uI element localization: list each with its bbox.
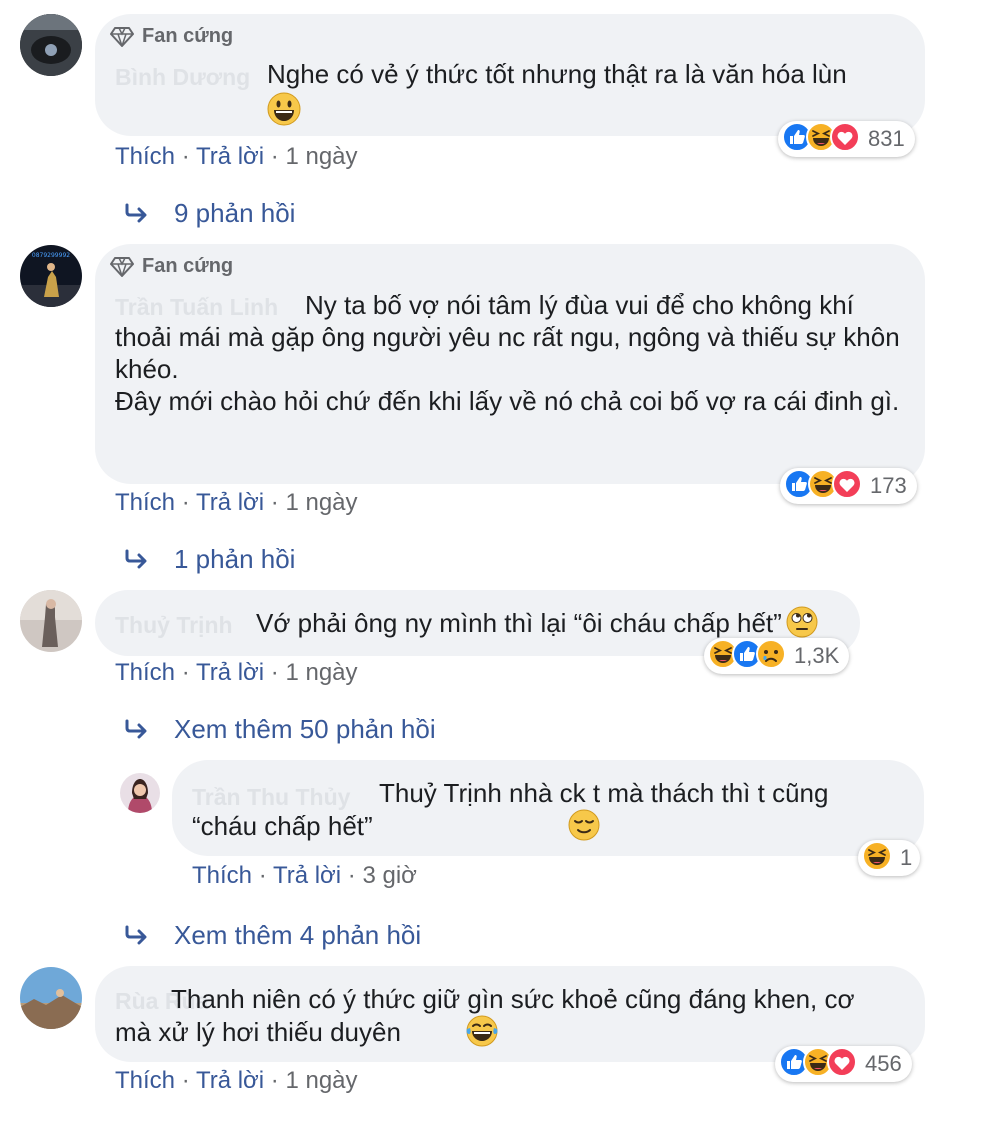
reply-arrow-icon bbox=[124, 719, 150, 744]
reaction-summary[interactable]: 173 bbox=[780, 468, 917, 504]
comment-text-paragraph: Đây mới chào hỏi chứ đến khi lấy về nó c… bbox=[115, 386, 900, 416]
reply-button[interactable]: Trả lời bbox=[196, 1067, 264, 1094]
reply-text: Thuỷ Trịnh nhà ck t mà thách thì t cũng … bbox=[192, 777, 892, 848]
like-button[interactable]: Thích bbox=[115, 489, 175, 516]
avatar[interactable]: 0879299992 bbox=[20, 245, 82, 307]
view-replies-link[interactable]: 1 phản hồi bbox=[174, 544, 295, 575]
reaction-count: 456 bbox=[865, 1051, 902, 1076]
like-button[interactable]: Thích bbox=[192, 862, 252, 889]
badge-label: Fan cứng bbox=[142, 255, 234, 277]
reaction-count: 1,3K bbox=[794, 643, 840, 668]
diamond-icon bbox=[110, 26, 134, 47]
reply-timestamp[interactable]: 3 giờ bbox=[362, 862, 416, 889]
comment-timestamp[interactable]: 1 ngày bbox=[285, 489, 357, 516]
love-reaction-icon bbox=[827, 1046, 857, 1082]
avatar[interactable] bbox=[20, 590, 82, 652]
fan-badge: Fan cứng bbox=[110, 25, 233, 48]
reply-arrow-icon bbox=[124, 549, 150, 574]
view-more-replies-link[interactable]: Xem thêm 50 phản hồi bbox=[174, 714, 436, 745]
avatar[interactable] bbox=[20, 14, 82, 76]
reply-arrow-icon bbox=[124, 925, 150, 950]
author-name[interactable]: Thuỷ Trịnh bbox=[115, 612, 233, 639]
comment-timestamp[interactable]: 1 ngày bbox=[285, 143, 357, 170]
comment-timestamp[interactable]: 1 ngày bbox=[285, 1067, 357, 1094]
diamond-icon bbox=[110, 256, 134, 277]
grin-emoji-icon bbox=[115, 92, 301, 133]
reaction-summary[interactable]: 1 bbox=[858, 840, 921, 876]
comment-actions: Thích · Trả lời · 1 ngày bbox=[115, 489, 358, 516]
laughing-emoji-icon bbox=[409, 1015, 499, 1054]
comment-timestamp[interactable]: 1 ngày bbox=[285, 659, 357, 686]
reaction-summary[interactable]: 831 bbox=[778, 121, 915, 157]
relieved-emoji-icon bbox=[381, 809, 600, 848]
comment-text: Thanh niên có ý thức giữ gìn sức khoẻ cũ… bbox=[115, 983, 895, 1054]
love-reaction-icon bbox=[832, 468, 862, 504]
avatar[interactable] bbox=[20, 967, 82, 1029]
avatar[interactable] bbox=[120, 773, 160, 813]
comment-text: Nghe có vẻ ý thức tốt nhưng thật ra là v… bbox=[115, 58, 895, 133]
sad-reaction-icon bbox=[756, 638, 786, 674]
like-button[interactable]: Thích bbox=[115, 659, 175, 686]
reaction-count: 173 bbox=[870, 473, 907, 498]
view-more-replies-link[interactable]: Xem thêm 4 phản hồi bbox=[174, 920, 421, 951]
reaction-summary[interactable]: 456 bbox=[775, 1046, 912, 1082]
haha-reaction-icon bbox=[862, 840, 892, 876]
avatar-overlay-text: 0879299992 bbox=[32, 252, 70, 259]
reaction-summary[interactable]: 1,3K bbox=[704, 638, 850, 674]
like-button[interactable]: Thích bbox=[115, 143, 175, 170]
comment-actions: Thích · Trả lời · 1 ngày bbox=[115, 1067, 358, 1094]
badge-label: Fan cứng bbox=[142, 25, 234, 47]
reaction-count: 1 bbox=[900, 845, 913, 870]
reply-button[interactable]: Trả lời bbox=[196, 489, 264, 516]
view-replies-link[interactable]: 9 phản hồi bbox=[174, 198, 295, 229]
reaction-count: 831 bbox=[868, 126, 905, 151]
reply-arrow-icon bbox=[124, 203, 150, 228]
fan-badge: Fan cứng bbox=[110, 255, 233, 278]
like-button[interactable]: Thích bbox=[115, 1067, 175, 1094]
reply-button[interactable]: Trả lời bbox=[273, 862, 341, 889]
comment-text: Ny ta bố vợ nói tâm lý đùa vui để cho kh… bbox=[115, 290, 900, 384]
reply-actions: Thích · Trả lời · 3 giờ bbox=[192, 862, 417, 889]
reply-button[interactable]: Trả lời bbox=[196, 143, 264, 170]
comment-actions: Thích · Trả lời · 1 ngày bbox=[115, 143, 358, 170]
love-reaction-icon bbox=[830, 121, 860, 157]
comment-actions: Thích · Trả lời · 1 ngày bbox=[115, 659, 358, 686]
reply-button[interactable]: Trả lời bbox=[196, 659, 264, 686]
